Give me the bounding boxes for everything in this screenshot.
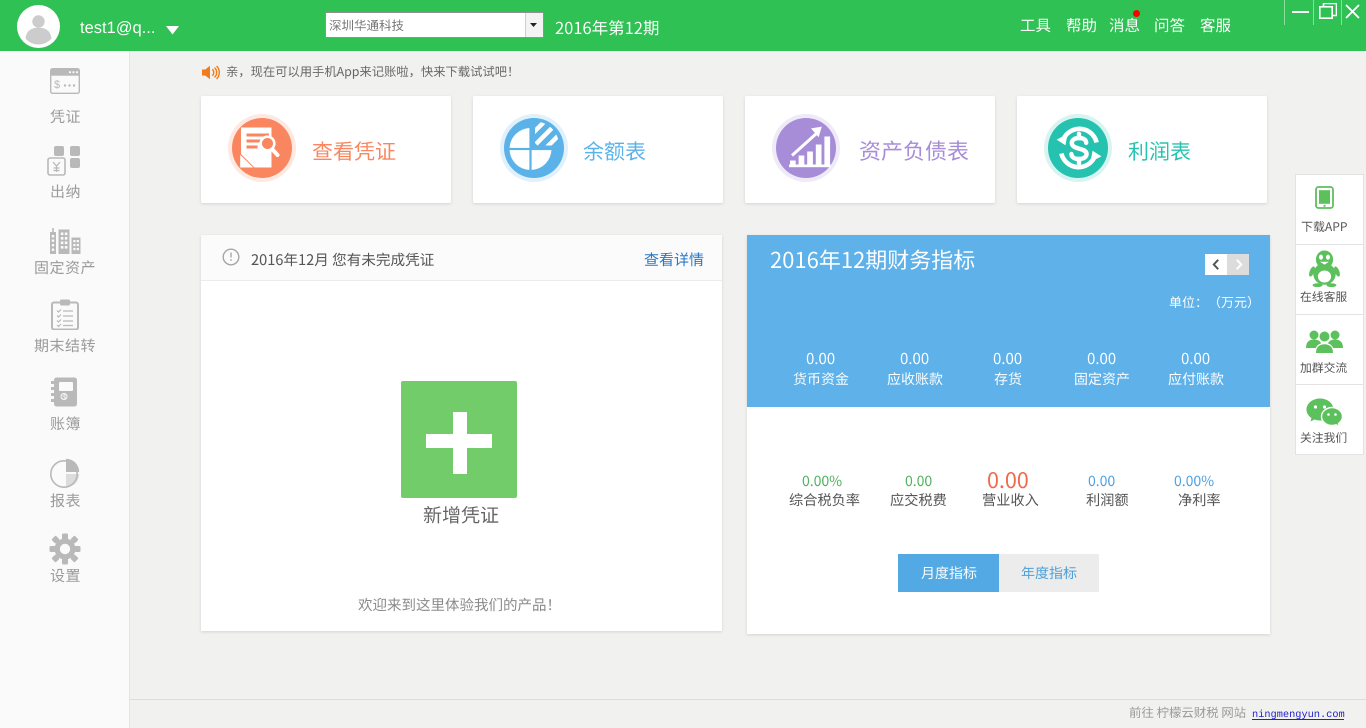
svg-text:$: $ [54, 79, 60, 91]
svg-text:$: $ [62, 394, 66, 401]
